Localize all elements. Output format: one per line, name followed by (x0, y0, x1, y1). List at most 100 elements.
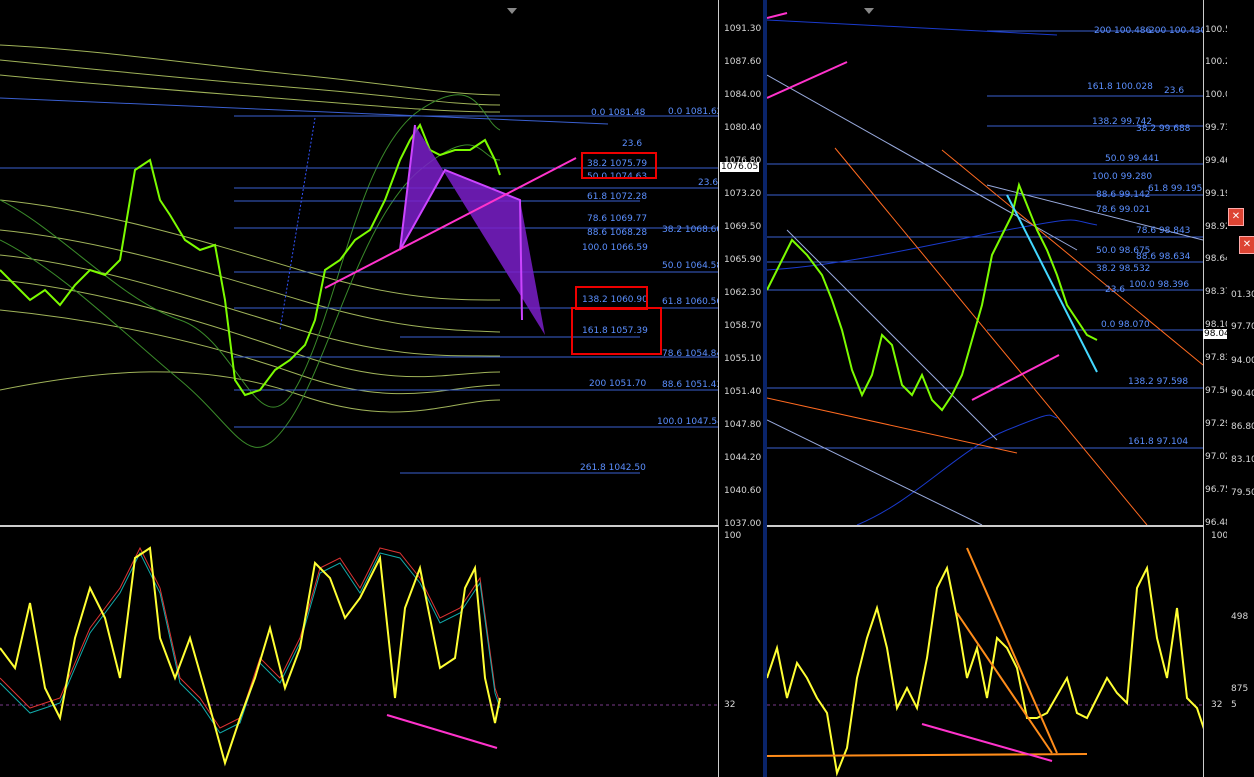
price-tick: 1051.40 (724, 387, 762, 397)
fib-label: 78.6 98.843 (1136, 226, 1191, 236)
fib-label: 88.6 99.142 (1096, 190, 1151, 200)
price-tick: 96.480 (1205, 518, 1227, 528)
fib-b-label: 78.6 1054.84 (662, 349, 718, 359)
fib-label: 88.6 98.634 (1136, 252, 1191, 262)
fib-b-label: 0.0 1081.62 (668, 107, 718, 117)
fib-label: 23.6 (1164, 86, 1185, 96)
fib-label: 23.6 (1105, 285, 1126, 295)
close-icon[interactable]: ✕ (1239, 236, 1254, 254)
fib-label: 61.8 99.195 (1148, 184, 1203, 194)
price-tick: 86.80 (1231, 422, 1254, 432)
right-price-axis[interactable]: 100.545 100.275 100.005 99.730 99.460 99… (1203, 0, 1227, 777)
fib-label: 0.0 98.070 (1101, 320, 1150, 330)
price-tick: 97.565 (1205, 386, 1227, 396)
fib-label: 200 100.486 (1094, 26, 1152, 36)
price-tick: 97.290 (1205, 419, 1227, 429)
fib-b-label: 23.6 (698, 178, 718, 188)
left-oscillator-pane[interactable] (0, 528, 718, 777)
price-tick: 99.730 (1205, 123, 1227, 133)
fib-b-label: 88.6 1051.43 (662, 380, 718, 390)
indicator-tick: 875 (1231, 684, 1249, 694)
price-tick: 1058.70 (724, 321, 762, 331)
pane-divider[interactable] (0, 525, 763, 527)
price-tick: 90.40 (1231, 389, 1254, 399)
price-tick: 79.50 (1231, 488, 1254, 498)
right-price-chart[interactable]: 200 100.486 161.8 100.028 138.2 99.742 5… (767, 0, 1203, 525)
price-tick: 98.920 (1205, 222, 1227, 232)
chart-shift-marker[interactable] (864, 8, 874, 14)
highlight-box (581, 152, 657, 179)
axis-line (1203, 0, 1204, 777)
right-oscillator-drawing (767, 547, 1203, 777)
indicator-tick: 32 (1211, 700, 1223, 710)
price-tick: 94.00 (1231, 356, 1254, 366)
left-price-drawing (0, 44, 718, 474)
chart-shift-marker[interactable] (507, 8, 517, 14)
price-tick: 1080.40 (724, 123, 762, 133)
price-tick: 98.645 (1205, 254, 1227, 264)
fib-label: 161.8 100.028 (1087, 82, 1153, 92)
fib-label: 200 100.430 (1149, 26, 1203, 36)
current-price-label: 98.040 (1203, 329, 1227, 339)
price-tick: 1040.60 (724, 486, 762, 496)
price-tick: 01.30 (1231, 290, 1254, 300)
fib-a-label: 78.6 1069.77 (587, 214, 648, 224)
fib-b-label: 50.0 1064.58 (662, 261, 718, 271)
price-tick: 1044.20 (724, 453, 762, 463)
fib-a-label: 200 1051.70 (589, 379, 647, 389)
price-tick: 97.70 (1231, 322, 1254, 332)
price-tick: 1037.00 (724, 519, 762, 529)
price-tick: 99.190 (1205, 189, 1227, 199)
axis-line (718, 0, 719, 777)
price-tick: 100.275 (1205, 57, 1227, 67)
price-tick: 1084.00 (724, 90, 762, 100)
left-price-chart[interactable]: 0.0 1081.48 38.2 1075.79 50.0 1074.63 61… (0, 0, 718, 525)
price-tick: 99.460 (1205, 156, 1227, 166)
price-tick: 83.10 (1231, 455, 1254, 465)
price-tick: 1055.10 (724, 354, 762, 364)
price-tick: 98.375 (1205, 287, 1227, 297)
fib-label: 38.2 98.532 (1096, 264, 1151, 274)
price-tick: 96.750 (1205, 485, 1227, 495)
fib-label: 100.0 98.396 (1129, 280, 1190, 290)
price-tick: 97.020 (1205, 452, 1227, 462)
fib-a-label: 261.8 1042.50 (580, 463, 646, 473)
fib-a-label: 0.0 1081.48 (591, 108, 646, 118)
right-oscillator-pane[interactable] (767, 528, 1203, 777)
price-tick: 1087.60 (724, 57, 762, 67)
fib-b-label: 23.6 (622, 139, 643, 149)
price-tick: 1065.90 (724, 255, 762, 265)
fib-label: 161.8 97.104 (1128, 437, 1189, 447)
background-chart-window[interactable]: ✕ ✕ 01.30 97.70 94.00 90.40 86.80 83.10 … (1227, 0, 1254, 777)
indicator-tick: 100 (724, 531, 742, 541)
fib-a-label: 61.8 1072.28 (587, 192, 648, 202)
price-tick: 1073.20 (724, 189, 762, 199)
fib-label: 78.6 99.021 (1096, 205, 1151, 215)
fib-b-label: 100.0 1047.54 (657, 417, 718, 427)
fib-label: 100.0 99.280 (1092, 172, 1153, 182)
left-oscillator-drawing (0, 546, 718, 767)
current-price-label: 1076.05 (720, 162, 760, 172)
fib-label: 50.0 99.441 (1105, 154, 1160, 164)
indicator-tick: 498 (1231, 612, 1249, 622)
price-tick: 100.005 (1205, 90, 1227, 100)
price-tick: 100.545 (1205, 25, 1227, 35)
price-tick: 1062.30 (724, 288, 762, 298)
fib-a-label: 100.0 1066.59 (582, 243, 648, 253)
price-tick: 1069.50 (724, 222, 762, 232)
indicator-tick: 32 (724, 700, 736, 710)
fib-label: 38.2 99.688 (1136, 124, 1191, 134)
fib-b-label: 61.8 1060.56 (662, 297, 718, 307)
fib-label: 138.2 97.598 (1128, 377, 1189, 387)
close-icon[interactable]: ✕ (1228, 208, 1244, 226)
price-tick: 1091.30 (724, 24, 762, 34)
price-tick: 1047.80 (724, 420, 762, 430)
price-tick: 97.835 (1205, 353, 1227, 363)
fib-b-label: 38.2 1068.60 (662, 225, 718, 235)
indicator-tick: 100 (1211, 531, 1227, 541)
fib-a-label: 88.6 1068.28 (587, 228, 648, 238)
left-price-axis[interactable]: 1091.30 1087.60 1084.00 1080.40 1076.80 … (718, 0, 763, 777)
pane-divider[interactable] (767, 525, 1227, 527)
highlight-box (571, 307, 662, 355)
indicator-tick: 5 (1231, 700, 1237, 710)
